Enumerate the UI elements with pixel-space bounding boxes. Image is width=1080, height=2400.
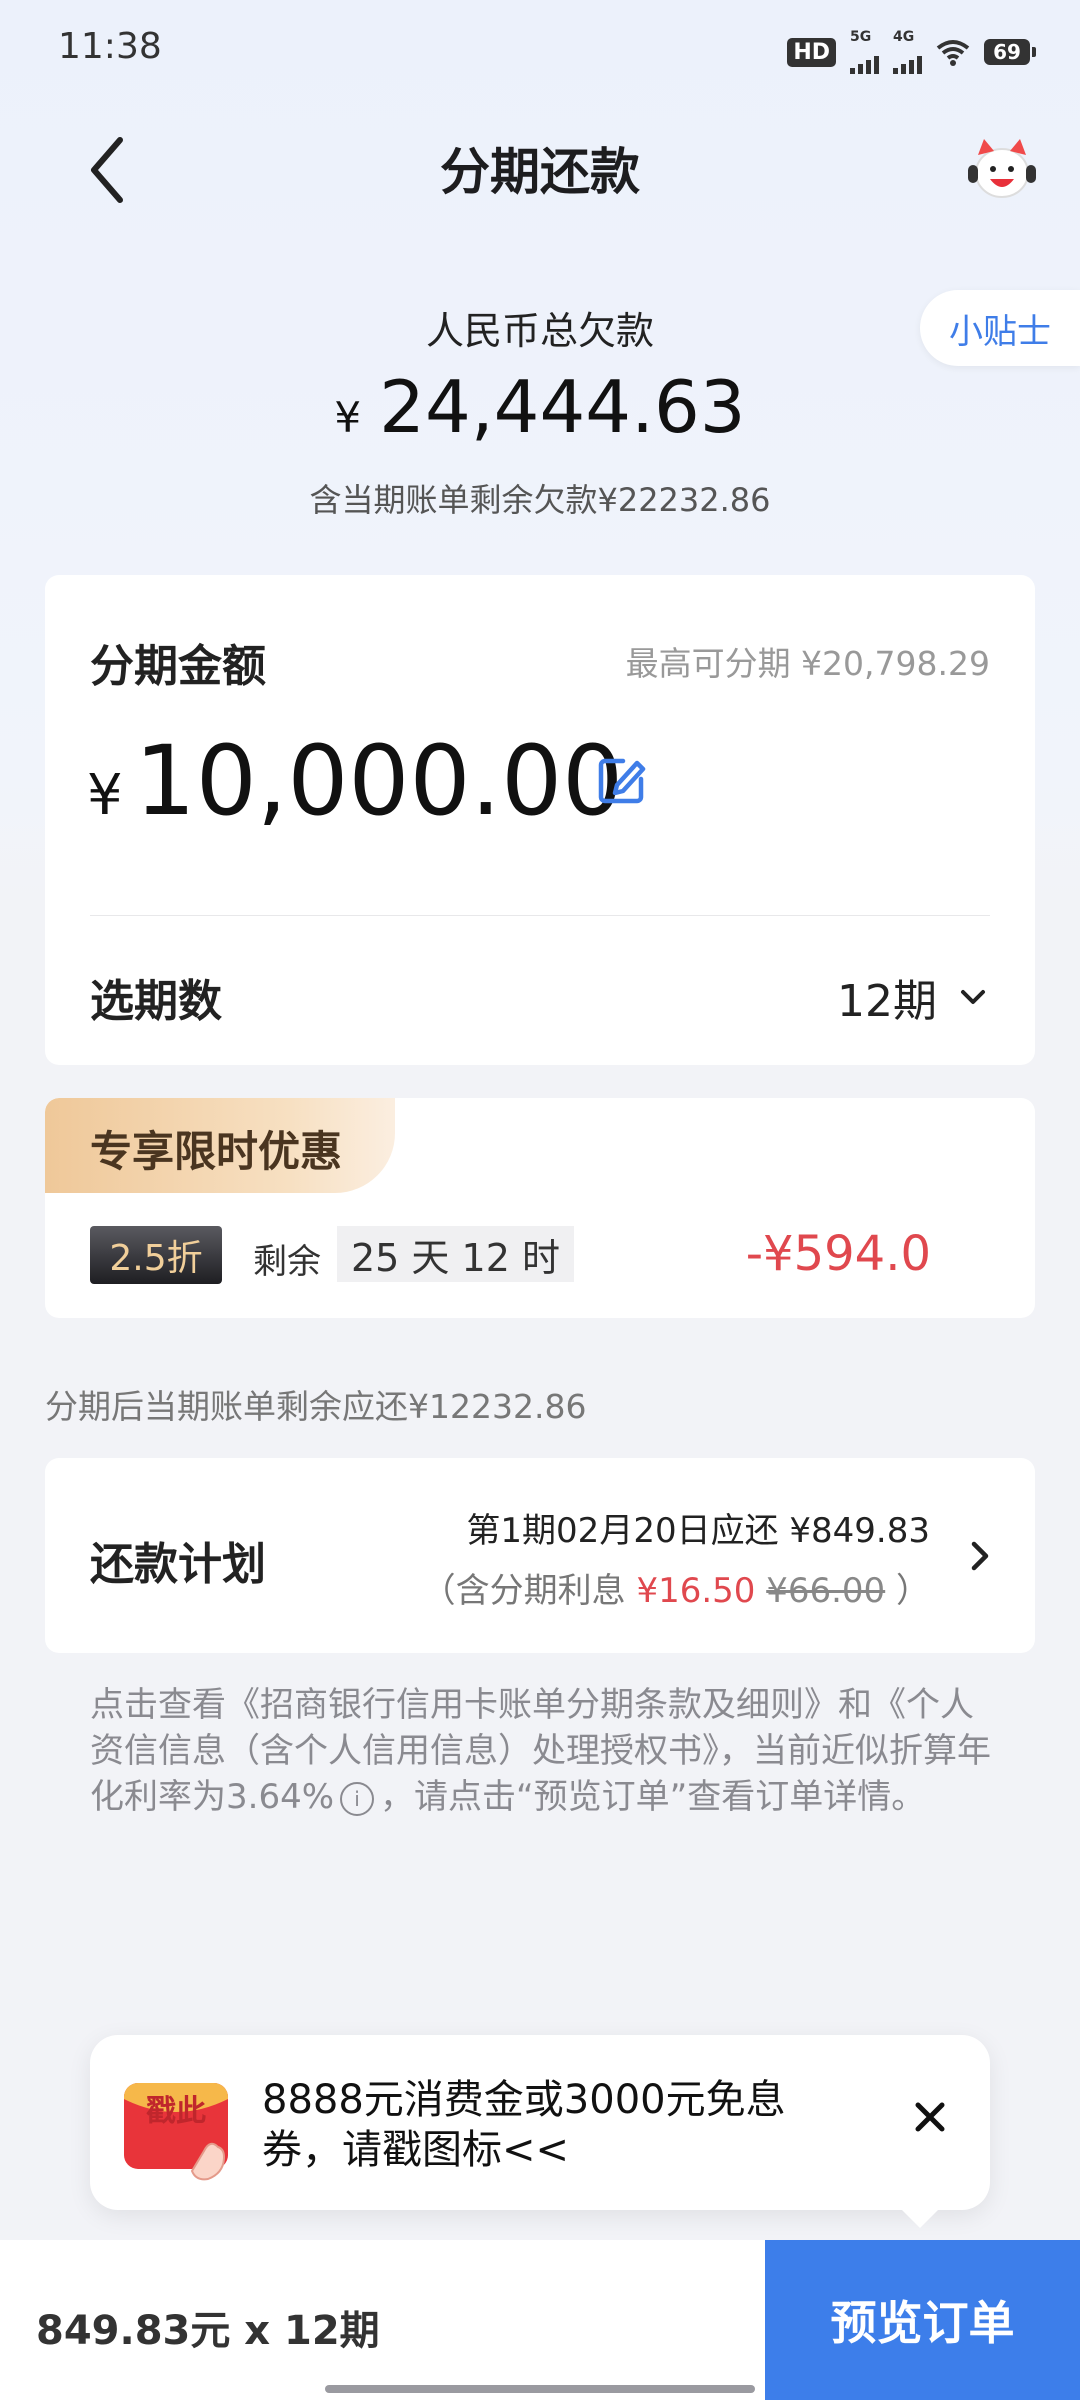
red-envelope-icon[interactable]: 戳此 — [120, 2073, 235, 2185]
discount-saving: -¥594.0 — [745, 1226, 931, 1282]
bottom-bar: 849.83元 x 12期 预览订单 — [0, 2240, 1080, 2400]
total-debt-amount: ¥24,444.63 — [0, 365, 1080, 449]
wifi-icon — [936, 40, 970, 66]
installment-amount: ¥ 10,000.00 — [87, 725, 623, 837]
repayment-plan-label: 还款计划 — [90, 1539, 266, 1590]
payment-summary: 849.83元 x 12期 — [36, 2308, 380, 2354]
red-envelope-label: 戳此 — [146, 2094, 206, 2129]
interest-discounted: ¥16.50 — [636, 1571, 756, 1611]
popup-text: 8888元消费金或3000元免息券，请戳图标<< — [262, 2077, 786, 2173]
currency-symbol: ¥ — [87, 763, 123, 828]
chevron-down-icon — [961, 990, 985, 1004]
signal-4g-icon: 4G — [893, 30, 922, 74]
interest-text: （含分期利息 ¥16.50 ¥66.00 ） — [421, 1571, 930, 1611]
promo-popup: 戳此 8888元消费金或3000元免息券，请戳图标<< — [90, 2035, 990, 2228]
after-installment-remaining: 分期后当期账单剩余应还¥12232.86 — [45, 1387, 587, 1426]
interest-original: ¥66.00 — [766, 1571, 886, 1611]
promo-tag-text: 专享限时优惠 — [90, 1127, 343, 1176]
status-bar: 11:38 HD 5G 4G 69 — [0, 0, 1080, 100]
status-icons: HD 5G 4G 69 — [787, 30, 1036, 74]
signal-5g-icon: 5G — [850, 30, 879, 74]
periods-value: 12期 — [837, 976, 937, 1027]
hd-voice-icon: HD — [787, 37, 836, 67]
promo-card: 专享限时优惠 2.5折 剩余 25 天 12 时 -¥594.0 — [45, 1098, 1035, 1318]
total-debt-value: 24,444.63 — [379, 365, 746, 449]
periods-selector[interactable]: 12期 — [837, 965, 987, 1029]
installment-card: 分期金额 最高可分期 ¥20,798.29 ¥ 10,000.00 选期数 12… — [45, 575, 1035, 1065]
preview-order-button[interactable]: 预览订单 — [765, 2240, 1080, 2400]
edit-amount-icon[interactable] — [593, 753, 649, 809]
customer-service-icon[interactable] — [964, 135, 1040, 205]
repayment-plan-row[interactable]: 还款计划 第1期02月20日应还 ¥849.83 （含分期利息 ¥16.50 ¥… — [45, 1458, 1035, 1653]
info-icon[interactable]: i — [340, 1781, 375, 1816]
total-debt-label: 人民币总欠款 — [425, 309, 654, 353]
home-indicator[interactable] — [325, 2385, 755, 2393]
close-icon[interactable] — [910, 2097, 950, 2137]
installment-amount-value: 10,000.00 — [134, 725, 624, 837]
terms-text: 点击查看《招商银行信用卡账单分期条款及细则》和《个人资信信息（含个人信用信息）处… — [90, 1685, 991, 1817]
select-periods-label: 选期数 — [90, 976, 222, 1027]
page-title: 分期还款 — [440, 143, 640, 201]
first-payment-text: 第1期02月20日应还 ¥849.83 — [466, 1511, 930, 1551]
installment-amount-label: 分期金额 — [90, 641, 266, 692]
discount-badge: 2.5折 — [90, 1226, 222, 1284]
current-bill-remaining: 含当期账单剩余欠款¥22232.86 — [309, 481, 771, 519]
divider — [90, 915, 990, 916]
remaining-label: 剩余 — [253, 1242, 321, 1282]
chevron-right-icon — [971, 1541, 989, 1571]
promo-tag: 专享限时优惠 — [45, 1098, 395, 1193]
status-time: 11:38 — [58, 26, 162, 67]
battery-icon: 69 — [984, 39, 1036, 65]
currency-symbol: ¥ — [334, 393, 362, 442]
max-installment-text: 最高可分期 ¥20,798.29 — [625, 644, 990, 683]
remaining-time: 25 天 12 时 — [337, 1226, 574, 1282]
